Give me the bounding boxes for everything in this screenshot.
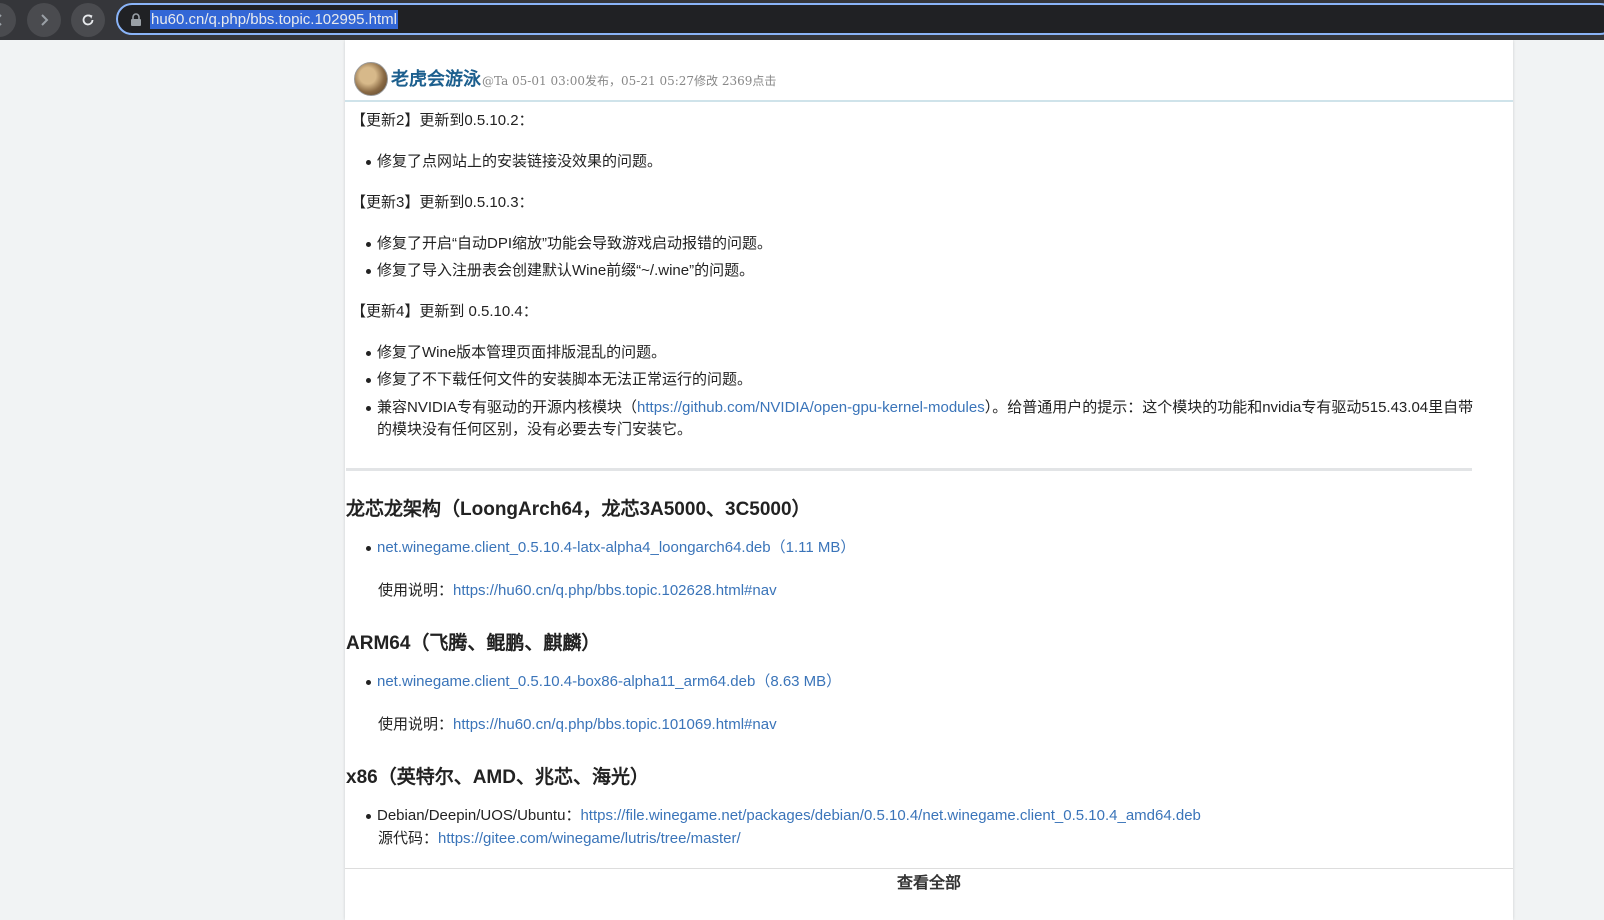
author-name[interactable]: 老虎会游泳: [391, 65, 481, 91]
reload-button[interactable]: [71, 3, 105, 37]
forward-button[interactable]: [27, 3, 61, 37]
list-item: 修复了开启“自动DPI缩放”功能会导致游戏启动报错的问题。: [366, 233, 772, 255]
debian-label: Debian/Deepin/UOS/Ubuntu：: [377, 807, 581, 824]
usage-label: 使用说明：: [378, 582, 454, 599]
debian-deb-link[interactable]: https://file.winegame.net/packages/debia…: [580, 807, 1200, 824]
arm64-usage: 使用说明：https://hu60.cn/q.php/bbs.topic.101…: [378, 714, 777, 736]
post-meta: @Ta 05-01 03:00发布，05-21 05:27修改 2369点击: [482, 74, 777, 88]
forward-icon: [41, 14, 49, 26]
list-item: 修复了点网站上的安装链接没效果的问题。: [365, 151, 662, 173]
loongarch-usage-link[interactable]: https://hu60.cn/q.php/bbs.topic.102628.h…: [453, 582, 777, 599]
reload-icon: [82, 14, 94, 26]
browser-toolbar: hu60.cn/q.php/bbs.topic.102995.html: [0, 0, 1604, 40]
section-title-loongarch: 龙芯龙架构（LoongArch64，龙芯3A5000、3C5000）: [346, 499, 811, 520]
update3-heading: 【更新3】更新到0.5.10.3：: [351, 194, 534, 211]
section-title-x86: x86（英特尔、AMD、兆芯、海光）: [346, 767, 649, 788]
topic-page: 老虎会游泳 @Ta 05-01 03:00发布，05-21 05:27修改 23…: [345, 40, 1513, 920]
list-item: net.winegame.client_0.5.10.4-box86-alpha…: [365, 671, 841, 693]
topic-title-cut: [360, 40, 1500, 48]
address-bar[interactable]: hu60.cn/q.php/bbs.topic.102995.html: [116, 3, 1604, 35]
nvidia-text-before: 兼容NVIDIA专有驱动的开源内核模块（: [377, 399, 638, 416]
view-all-button[interactable]: 查看全部: [345, 869, 1513, 899]
source-code: 源代码：https://gitee.com/winegame/lutris/tr…: [378, 828, 741, 850]
nvidia-kernel-modules-link[interactable]: https://github.com/NVIDIA/open-gpu-kerne…: [637, 399, 985, 416]
arm64-usage-link[interactable]: https://hu60.cn/q.php/bbs.topic.101069.h…: [453, 716, 777, 733]
lock-icon: [131, 13, 141, 26]
list-item: net.winegame.client_0.5.10.4-latx-alpha4…: [365, 537, 855, 559]
divider: [346, 468, 1472, 471]
source-code-link[interactable]: https://gitee.com/winegame/lutris/tree/m…: [438, 830, 741, 847]
list-item: 修复了导入注册表会创建默认Wine前缀“~/.wine”的问题。: [365, 260, 754, 282]
list-item: 修复了不下载任何文件的安装脚本无法正常运行的问题。: [365, 369, 752, 391]
left-margin: [0, 40, 345, 920]
list-item-nvidia: 兼容NVIDIA专有驱动的开源内核模块（https://github.com/N…: [366, 397, 1477, 441]
url-text[interactable]: hu60.cn/q.php/bbs.topic.102995.html: [150, 10, 399, 29]
loongarch-deb-link[interactable]: net.winegame.client_0.5.10.4-latx-alpha4…: [377, 539, 855, 556]
back-icon: [0, 14, 2, 26]
arm64-deb-link[interactable]: net.winegame.client_0.5.10.4-box86-alpha…: [377, 673, 841, 690]
list-item: 修复了Wine版本管理页面排版混乱的问题。: [365, 342, 666, 364]
view-all-bar: 查看全部: [345, 868, 1513, 920]
section-title-arm64: ARM64（飞腾、鲲鹏、麒麟）: [346, 633, 601, 654]
source-label: 源代码：: [378, 830, 439, 847]
back-button[interactable]: [0, 3, 16, 37]
update2-heading: 【更新2】更新到0.5.10.2：: [351, 112, 534, 129]
usage-label: 使用说明：: [378, 716, 454, 733]
loongarch-usage: 使用说明：https://hu60.cn/q.php/bbs.topic.102…: [378, 580, 777, 602]
author-row: 老虎会游泳 @Ta 05-01 03:00发布，05-21 05:27修改 23…: [345, 56, 1513, 102]
list-item: Debian/Deepin/UOS/Ubuntu：https://file.wi…: [366, 805, 1201, 827]
update4-heading: 【更新4】更新到 0.5.10.4：: [351, 303, 538, 320]
avatar[interactable]: [354, 62, 388, 96]
